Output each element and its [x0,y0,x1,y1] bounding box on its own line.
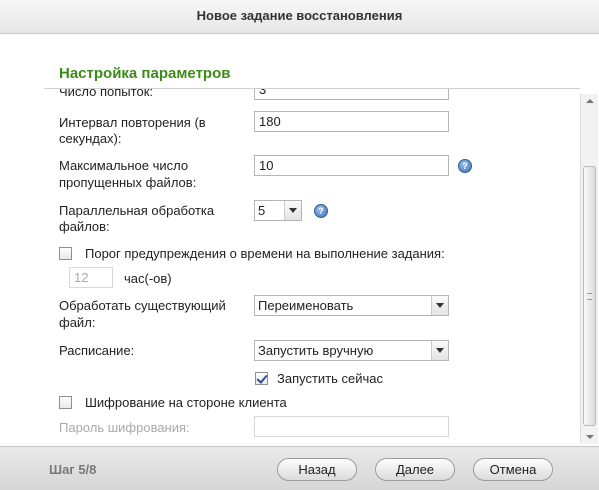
existing-file-label-line1: Обработать существующий [59,298,226,313]
retry-interval-label-line1: Интервал повторения (в [59,115,206,130]
settings-form: Число попыток: 3 Интервал повторения (в … [44,89,580,444]
step-indicator: Шаг 5/8 [49,462,97,477]
parallel-select[interactable]: 5 [254,200,302,221]
cancel-button[interactable]: Отмена [473,458,553,481]
retry-interval-label-line2: секундах): [59,131,122,146]
warning-threshold-hours-input[interactable]: 12 [69,267,113,288]
parallel-label-line2: файлов: [59,219,110,234]
scroll-up-arrow-icon[interactable] [581,94,598,109]
window-title: Новое задание восстановления [0,0,599,34]
max-skipped-label-line1: Максимальное число [59,158,189,173]
chevron-down-icon[interactable] [284,201,301,220]
retry-count-label: Число попыток: [59,89,153,99]
warning-threshold-unit: час(-ов) [124,271,172,286]
existing-file-select-value: Переименовать [258,298,354,313]
schedule-label: Расписание: [59,343,135,358]
max-skipped-label-line2: пропущенных файлов: [59,175,197,190]
warning-threshold-checkbox[interactable] [59,247,72,260]
max-skipped-input[interactable]: 10 [254,155,449,176]
schedule-select-value: Запустить вручную [258,343,374,358]
section-title: Настройка параметров [59,65,231,82]
parallel-label-line1: Параллельная обработка [59,203,215,218]
retry-count-input[interactable]: 3 [254,89,449,100]
scrollbar-thumb[interactable] [583,166,596,426]
encryption-password-input[interactable] [254,416,449,437]
chevron-down-icon[interactable] [431,341,448,360]
existing-file-label-line2: файл: [59,315,96,330]
run-now-checkbox[interactable] [255,372,268,385]
encryption-password-label: Пароль шифрования: [59,420,190,435]
help-icon[interactable]: ? [314,204,328,218]
parallel-select-value: 5 [258,203,266,218]
retry-interval-input[interactable]: 180 [254,111,449,132]
next-button[interactable]: Далее [375,458,455,481]
scroll-down-arrow-icon[interactable] [581,429,598,444]
back-button[interactable]: Назад [277,458,357,481]
existing-file-select[interactable]: Переименовать [254,295,449,316]
schedule-select[interactable]: Запустить вручную [254,340,449,361]
warning-threshold-label: Порог предупреждения о времени на выполн… [85,246,445,261]
form-scrollbar[interactable] [580,94,598,444]
client-encryption-label: Шифрование на стороне клиента [85,395,287,410]
client-encryption-checkbox[interactable] [59,396,72,409]
help-icon[interactable]: ? [458,159,472,173]
chevron-down-icon[interactable] [431,296,448,315]
run-now-label: Запустить сейчас [277,371,384,386]
wizard-footer: Шаг 5/8 Назад Далее Отмена [0,446,599,490]
